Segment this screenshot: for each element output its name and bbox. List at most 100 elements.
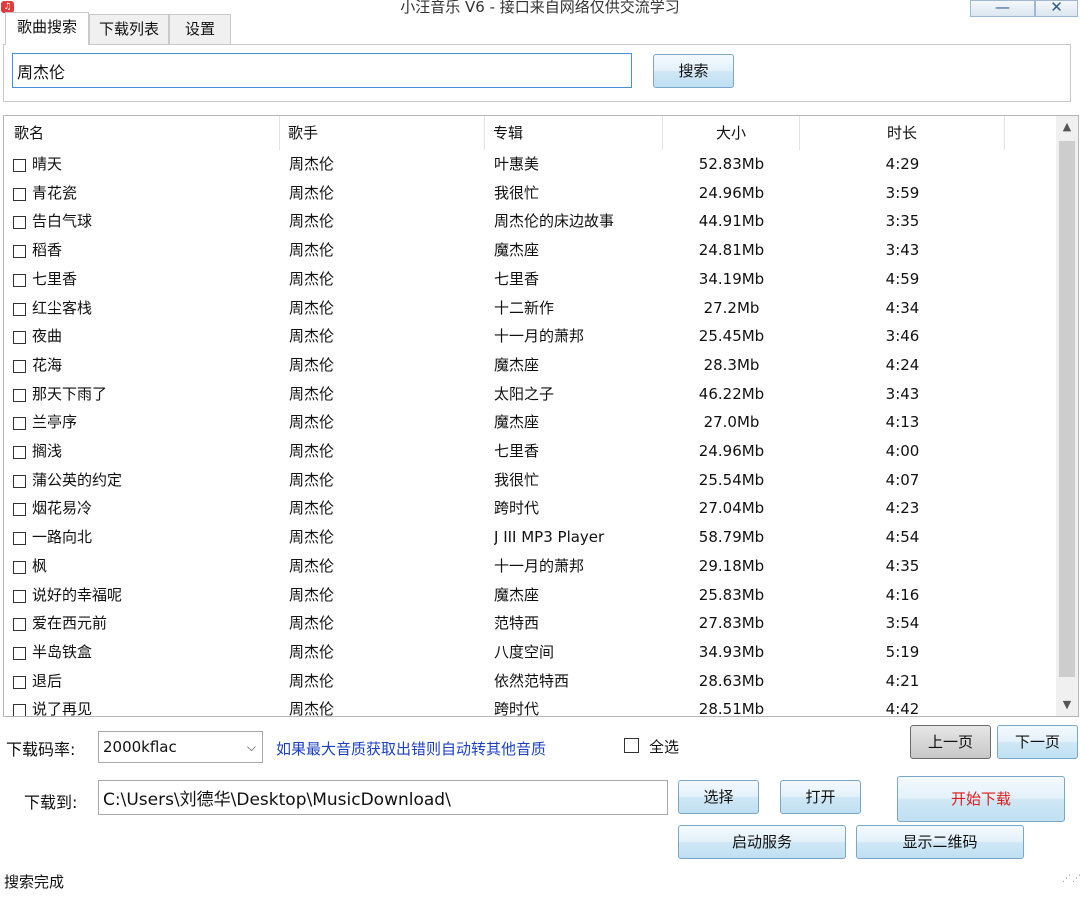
album-name: J III MP3 Player bbox=[494, 528, 605, 547]
row-checkbox[interactable] bbox=[13, 646, 26, 660]
album-name: 魔杰座 bbox=[494, 241, 540, 260]
save-path-field[interactable] bbox=[98, 780, 668, 815]
album-name: 七里香 bbox=[494, 442, 540, 460]
table-row[interactable]: 晴天 周杰伦 叶惠美 52.83Mb 4:29 bbox=[4, 150, 1056, 179]
table-row[interactable]: 七里香 周杰伦 七里香 34.19Mb 4:59 bbox=[4, 265, 1056, 294]
tab-song-search[interactable]: 歌曲搜索 bbox=[5, 12, 89, 45]
minimize-button[interactable]: — bbox=[970, 0, 1035, 17]
row-checkbox[interactable] bbox=[13, 216, 26, 230]
prev-page-button[interactable]: 上一页 bbox=[910, 725, 991, 759]
choose-folder-button[interactable]: 选择 bbox=[678, 780, 759, 814]
column-header-duration[interactable]: 时长 bbox=[800, 116, 1005, 150]
row-checkbox[interactable] bbox=[13, 618, 26, 632]
album-name: 魔杰座 bbox=[494, 585, 540, 604]
artist-name: 周杰伦 bbox=[289, 556, 335, 575]
file-size: 58.79Mb bbox=[698, 528, 765, 547]
scroll-up-icon[interactable]: ▲ bbox=[1056, 116, 1078, 138]
row-checkbox[interactable] bbox=[13, 474, 26, 488]
duration: 4:29 bbox=[885, 155, 920, 173]
table-row[interactable]: 一路向北 周杰伦 J III MP3 Player 58.79Mb 4:54 bbox=[4, 523, 1056, 552]
duration: 3:43 bbox=[885, 241, 920, 260]
artist-name: 周杰伦 bbox=[289, 384, 335, 403]
table-row[interactable]: 烟花易冷 周杰伦 跨时代 27.04Mb 4:23 bbox=[4, 494, 1056, 523]
artist-name: 周杰伦 bbox=[289, 585, 335, 604]
file-size: 28.51Mb bbox=[698, 700, 765, 716]
duration: 3:54 bbox=[885, 614, 920, 633]
artist-name: 周杰伦 bbox=[289, 614, 335, 633]
column-header-album[interactable]: 专辑 bbox=[485, 116, 663, 150]
row-checkbox[interactable] bbox=[13, 331, 26, 345]
row-checkbox[interactable] bbox=[13, 417, 26, 431]
table-row[interactable]: 青花瓷 周杰伦 我很忙 24.96Mb 3:59 bbox=[4, 179, 1056, 208]
table-row[interactable]: 兰亭序 周杰伦 魔杰座 27.0Mb 4:13 bbox=[4, 408, 1056, 437]
vertical-scrollbar[interactable]: ▲ ▼ bbox=[1056, 116, 1078, 716]
show-qr-code-button[interactable]: 显示二维码 bbox=[856, 825, 1024, 859]
file-size: 34.19Mb bbox=[698, 269, 765, 288]
column-header-artist[interactable]: 歌手 bbox=[280, 116, 485, 150]
bitrate-label: 下载码率: bbox=[6, 740, 76, 759]
file-size: 25.54Mb bbox=[698, 470, 765, 489]
row-checkbox[interactable] bbox=[13, 302, 26, 316]
row-checkbox[interactable] bbox=[13, 704, 26, 716]
table-row[interactable]: 告白气球 周杰伦 周杰伦的床边故事 44.91Mb 3:35 bbox=[4, 207, 1056, 236]
open-folder-button[interactable]: 打开 bbox=[780, 780, 861, 814]
row-checkbox[interactable] bbox=[13, 245, 26, 259]
table-row[interactable]: 枫 周杰伦 十一月的萧邦 29.18Mb 4:35 bbox=[4, 552, 1056, 581]
tab-settings[interactable]: 设置 bbox=[169, 14, 231, 44]
file-size: 27.04Mb bbox=[698, 499, 765, 518]
chevron-down-icon: ⌵ bbox=[246, 740, 256, 754]
table-row[interactable]: 半岛铁盒 周杰伦 八度空间 34.93Mb 5:19 bbox=[4, 638, 1056, 667]
search-input[interactable] bbox=[12, 53, 632, 88]
duration: 4:00 bbox=[885, 442, 920, 460]
file-size: 29.18Mb bbox=[698, 556, 765, 575]
select-all-label[interactable]: 全选 bbox=[649, 736, 679, 757]
song-title: 青花瓷 bbox=[32, 183, 78, 202]
bitrate-select[interactable]: 2000kflac ⌵ bbox=[98, 731, 263, 763]
row-checkbox[interactable] bbox=[13, 187, 26, 201]
table-row[interactable]: 蒲公英的约定 周杰伦 我很忙 25.54Mb 4:07 bbox=[4, 466, 1056, 495]
table-row[interactable]: 说好的幸福呢 周杰伦 魔杰座 25.83Mb 4:16 bbox=[4, 581, 1056, 610]
file-size: 52.83Mb bbox=[698, 155, 765, 173]
table-row[interactable]: 说了再见 周杰伦 跨时代 28.51Mb 4:42 bbox=[4, 695, 1056, 716]
column-header-title[interactable]: 歌名 bbox=[4, 116, 280, 150]
search-button[interactable]: 搜索 bbox=[653, 54, 734, 88]
row-checkbox[interactable] bbox=[13, 388, 26, 402]
next-page-button[interactable]: 下一页 bbox=[997, 725, 1078, 759]
table-row[interactable]: 稻香 周杰伦 魔杰座 24.81Mb 3:43 bbox=[4, 236, 1056, 265]
close-button[interactable]: ✕ bbox=[1035, 0, 1078, 17]
tab-download-list[interactable]: 下载列表 bbox=[89, 14, 169, 44]
album-name: 跨时代 bbox=[494, 499, 540, 518]
row-checkbox[interactable] bbox=[13, 532, 26, 546]
file-size: 24.96Mb bbox=[698, 442, 765, 460]
row-checkbox[interactable] bbox=[13, 503, 26, 517]
table-row[interactable]: 夜曲 周杰伦 十一月的萧邦 25.45Mb 3:46 bbox=[4, 322, 1056, 351]
column-header-size[interactable]: 大小 bbox=[663, 116, 800, 150]
resize-grip-icon[interactable]: ⋰⋰ bbox=[1062, 875, 1080, 890]
row-checkbox[interactable] bbox=[13, 359, 26, 373]
row-checkbox[interactable] bbox=[13, 273, 26, 287]
album-name: 依然范特西 bbox=[494, 671, 570, 690]
row-checkbox[interactable] bbox=[13, 159, 26, 172]
song-title: 枫 bbox=[32, 556, 48, 575]
table-row[interactable]: 那天下雨了 周杰伦 太阳之子 46.22Mb 3:43 bbox=[4, 380, 1056, 409]
table-row[interactable]: 退后 周杰伦 依然范特西 28.63Mb 4:21 bbox=[4, 667, 1056, 696]
song-title: 说了再见 bbox=[32, 700, 93, 716]
row-checkbox[interactable] bbox=[13, 589, 26, 603]
artist-name: 周杰伦 bbox=[289, 212, 335, 231]
scroll-thumb[interactable] bbox=[1059, 141, 1075, 677]
start-download-button[interactable]: 开始下载 bbox=[897, 776, 1065, 822]
table-row[interactable]: 爱在西元前 周杰伦 范特西 27.83Mb 3:54 bbox=[4, 609, 1056, 638]
file-size: 28.3Mb bbox=[703, 355, 760, 374]
select-all-checkbox[interactable] bbox=[624, 738, 639, 753]
row-checkbox[interactable] bbox=[13, 675, 26, 689]
scroll-down-icon[interactable]: ▼ bbox=[1056, 694, 1078, 716]
row-checkbox[interactable] bbox=[13, 446, 26, 459]
table-row[interactable]: 红尘客栈 周杰伦 十二新作 27.2Mb 4:34 bbox=[4, 294, 1056, 323]
artist-name: 周杰伦 bbox=[289, 413, 335, 432]
row-checkbox[interactable] bbox=[13, 560, 26, 574]
table-row[interactable]: 花海 周杰伦 魔杰座 28.3Mb 4:24 bbox=[4, 351, 1056, 380]
duration: 3:43 bbox=[885, 384, 920, 403]
table-row[interactable]: 搁浅 周杰伦 七里香 24.96Mb 4:00 bbox=[4, 437, 1056, 466]
artist-name: 周杰伦 bbox=[289, 671, 335, 690]
start-service-button[interactable]: 启动服务 bbox=[678, 825, 846, 859]
